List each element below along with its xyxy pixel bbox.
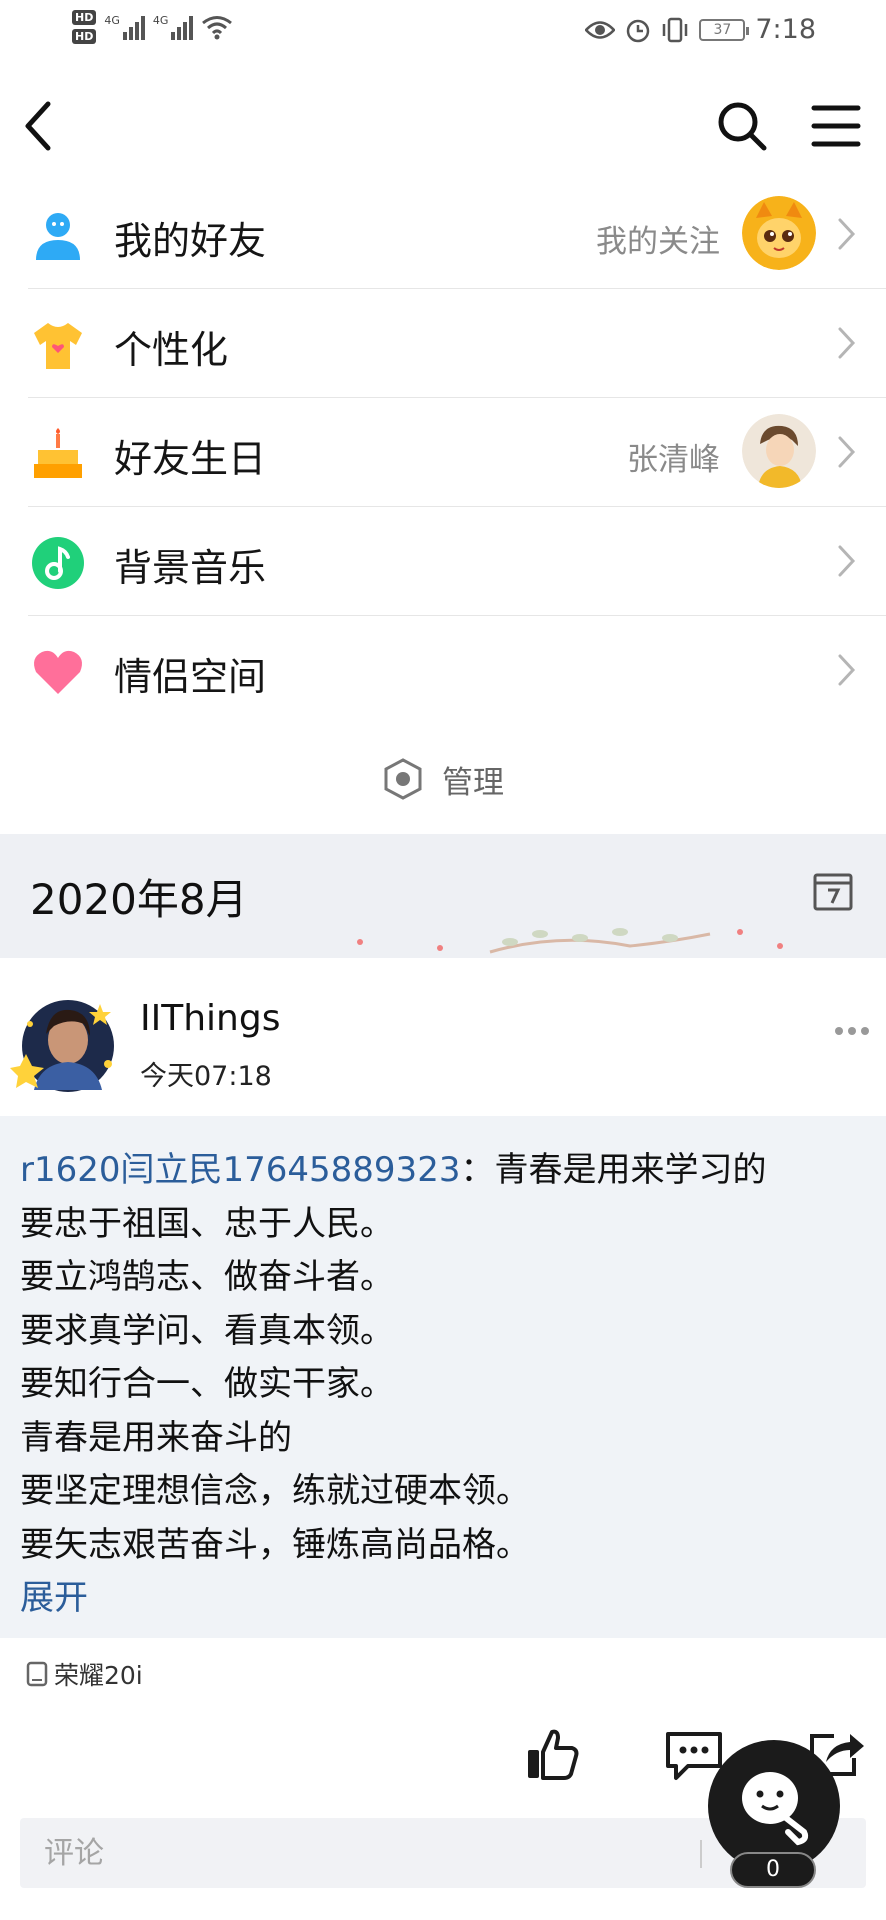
post-line: 要忠于祖国、忠于人民。 [20, 1203, 394, 1244]
floating-count-badge: 0 [730, 1852, 816, 1888]
like-icon[interactable] [524, 1726, 580, 1782]
network-label-1: 4G [104, 14, 120, 27]
post-line: 要矢志艰苦奋斗，锤炼高尚品格。 [20, 1524, 530, 1565]
eye-icon [585, 20, 616, 39]
post-line: 要坚定理想信念，练就过硬本领。 [20, 1471, 530, 1511]
post-time: 今天07:18 [140, 1061, 272, 1092]
branch-decoration-icon [357, 928, 783, 954]
chevron-right-icon [838, 654, 856, 686]
menu-item-bg-music[interactable]: 背景音乐 [0, 507, 886, 616]
post-first-line: r1620闫立民17645889323：青春是用来学习的 [20, 1144, 866, 1198]
battery-icon: 37 [699, 18, 750, 41]
status-time: 7:18 [755, 14, 816, 45]
menu-item-label: 好友生日 [114, 437, 267, 481]
menu-item-label: 我的好友 [114, 219, 267, 263]
wifi-icon [202, 16, 233, 40]
menu-item-friends[interactable]: 我的好友 我的关注 [0, 180, 886, 289]
post-first-line-text: ：青春是用来学习的 [460, 1150, 767, 1190]
avatar [742, 414, 816, 488]
hexagon-settings-icon [384, 758, 422, 800]
signal-icon-1: 4G [104, 14, 145, 40]
calendar-icon[interactable] [812, 870, 854, 912]
comment-separator [700, 1840, 702, 1868]
post-line: 要立鸿鹄志、做奋斗者。 [20, 1257, 394, 1297]
menu-item-label: 情侣空间 [114, 655, 267, 699]
vibrate-icon [663, 17, 688, 42]
menu-item-birthday[interactable]: 好友生日 张清峰 [0, 398, 886, 507]
menu-item-label: 个性化 [114, 328, 229, 372]
post-line: 要知行合一、做实干家。 [20, 1364, 394, 1404]
post-username[interactable]: IIThings [140, 998, 280, 1039]
tshirt-icon [34, 323, 82, 369]
hd-badge-2: HD [72, 29, 97, 44]
menu-item-couple-space[interactable]: 情侣空间 [0, 616, 886, 725]
comment-input[interactable] [20, 1818, 700, 1888]
post-body: r1620闫立民17645889323：青春是用来学习的 要忠于祖国、忠于人民。… [0, 1116, 886, 1638]
status-bar: HD HD 4G 4G 37 7:18 [0, 0, 886, 64]
network-label-2: 4G [152, 14, 169, 27]
alarm-icon [627, 19, 650, 42]
manage-label: 管理 [442, 764, 504, 801]
chevron-right-icon [838, 436, 856, 468]
month-title: 2020年8月 [30, 875, 248, 924]
post-line: 青春是用来奋斗的 [20, 1417, 292, 1458]
chevron-right-icon [838, 327, 856, 359]
more-icon[interactable] [832, 1016, 872, 1046]
signal-icon-2: 4G [153, 14, 194, 40]
post-header: IIThings 今天07:18 [0, 958, 886, 1116]
chevron-right-icon [838, 545, 856, 577]
menu-item-personalize[interactable]: 个性化 [0, 289, 886, 398]
music-icon [32, 537, 84, 589]
cake-icon [34, 428, 82, 478]
status-left: HD HD 4G 4G [72, 10, 233, 44]
device-label: 荣耀20i [54, 1661, 143, 1690]
back-icon[interactable] [18, 96, 62, 156]
menu-icon[interactable] [808, 98, 864, 154]
heart-icon [34, 650, 82, 694]
month-header: 2020年8月 [0, 834, 886, 958]
search-icon[interactable] [714, 98, 770, 154]
hd-badge-1: HD [72, 10, 97, 25]
avatar [742, 196, 816, 270]
menu-item-label: 背景音乐 [114, 546, 267, 590]
status-right: 37 7:18 [585, 14, 816, 45]
top-nav [0, 88, 886, 164]
phone-icon [26, 1661, 48, 1687]
post-avatar[interactable] [10, 994, 128, 1094]
expand-link[interactable]: 展开 [20, 1572, 88, 1626]
manage-button[interactable]: 管理 [0, 725, 886, 833]
post-line: 要求真学问、看真本领。 [20, 1310, 394, 1351]
friends-icon [36, 213, 80, 260]
hd-indicators: HD HD [72, 10, 97, 44]
post-mention-link[interactable]: r1620闫立民17645889323 [20, 1150, 460, 1190]
space-menu-list: 我的好友 我的关注 个性化 好友生日 张清峰 背景音乐 情侣空间 [0, 180, 886, 725]
menu-item-sub: 我的关注 [596, 224, 720, 260]
menu-item-sub: 张清峰 [627, 442, 720, 478]
post-device: 荣耀20i [26, 1656, 143, 1692]
chevron-right-icon [838, 218, 856, 250]
